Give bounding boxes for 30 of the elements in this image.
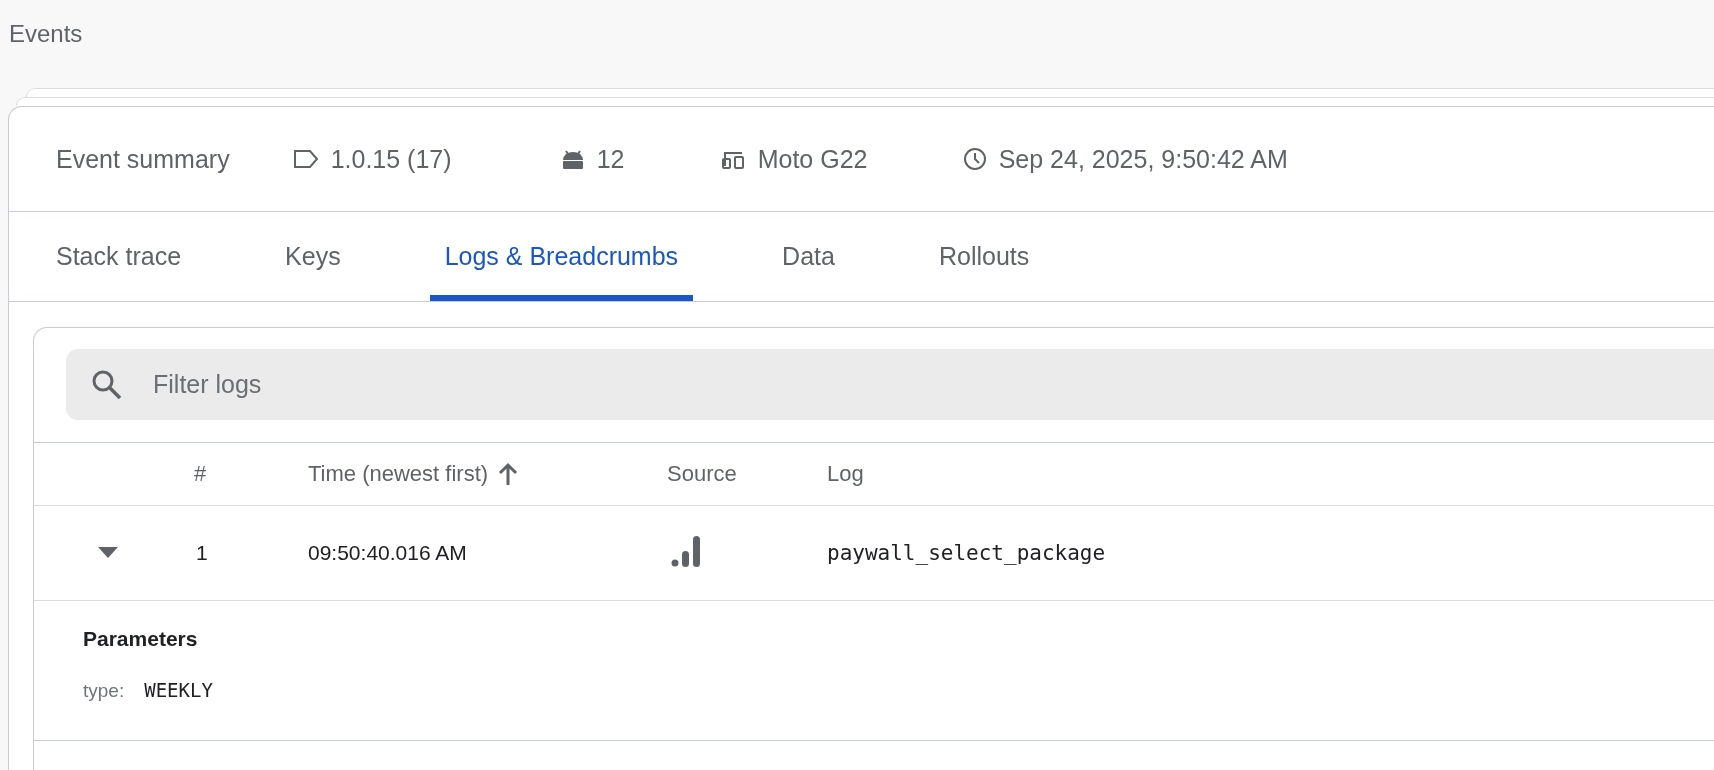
tab[interactable]: Stack trace: [41, 212, 197, 301]
summary-value: 12: [596, 144, 625, 174]
page-title: Events: [8, 19, 84, 49]
clock-icon: [962, 147, 987, 171]
summary-value: Sep 24, 2025, 9:50:42 AM: [998, 144, 1288, 174]
column-header[interactable]: Time (newest first): [308, 461, 667, 487]
log-time: 09:50:40.016 AM: [308, 541, 468, 565]
log-message: paywall_select_package: [827, 541, 1107, 565]
caret-icon: [97, 547, 118, 559]
arrow-up-icon: [498, 462, 519, 486]
column-header: Source: [667, 461, 738, 487]
tab[interactable]: Keys: [270, 212, 356, 301]
parameters-heading: Parameters: [83, 627, 199, 651]
summary-title: Event summary: [56, 144, 230, 174]
row-number: 1: [195, 541, 209, 565]
search-icon: [91, 369, 123, 401]
tab[interactable]: Rollouts: [923, 212, 1045, 301]
bar-chart-icon: [671, 534, 701, 568]
expand-toggle[interactable]: [97, 547, 118, 559]
android-icon: [560, 148, 585, 170]
filter-field[interactable]: Filter logs: [66, 349, 1714, 420]
parameter-value: WEEKLY: [144, 679, 213, 701]
column-header: Log: [827, 461, 865, 487]
tag-icon: [292, 149, 319, 169]
column-header: #: [193, 461, 208, 487]
summary-value: Moto G22: [757, 144, 868, 174]
tab[interactable]: Data: [767, 212, 850, 301]
tab[interactable]: Logs & Breadcrumbs: [429, 212, 694, 301]
parameter-key: type:: [83, 680, 125, 702]
summary-value: 1.0.15 (17): [330, 144, 452, 174]
